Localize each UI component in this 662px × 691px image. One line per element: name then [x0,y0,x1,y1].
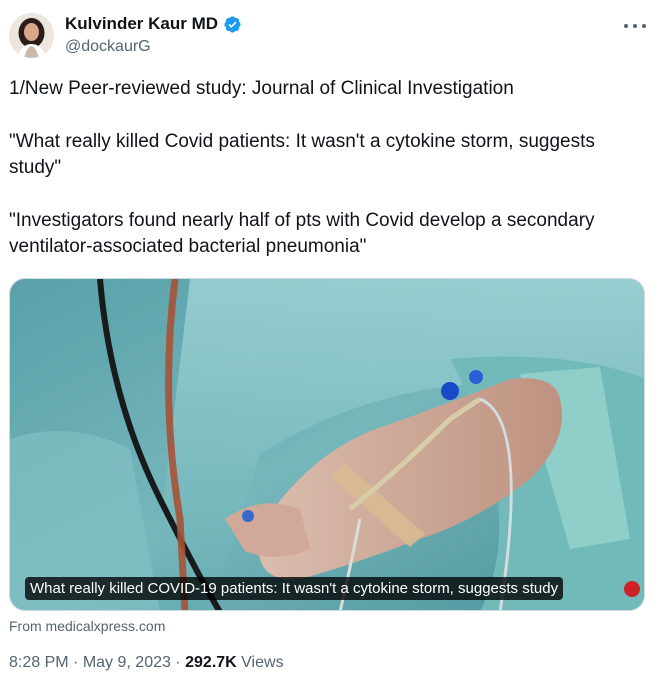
tweet-time[interactable]: 8:28 PM [9,654,69,671]
views-label: Views [241,654,284,671]
avatar-image [9,13,54,58]
tweet-text: 1/New Peer-reviewed study: Journal of Cl… [9,76,649,261]
tweet-card: Kulvinder Kaur MD @dockaurG 1/New Peer-r… [0,0,662,691]
link-source[interactable]: From medicalxpress.com [9,618,165,634]
more-icon[interactable] [624,16,646,36]
meta-separator: · [175,654,181,671]
tweet-paragraph: "Investigators found nearly half of pts … [9,209,595,258]
link-card-image[interactable]: What really killed COVID-19 patients: It… [9,278,645,611]
verified-badge-icon [223,15,242,34]
meta-separator: · [73,654,79,671]
author-display-name[interactable]: Kulvinder Kaur MD [65,14,218,34]
author-handle[interactable]: @dockaurG [65,38,151,56]
tweet-paragraph: 1/New Peer-reviewed study: Journal of Cl… [9,78,514,99]
media-caption: What really killed COVID-19 patients: It… [25,577,564,600]
tweet-paragraph: "What really killed Covid patients: It w… [9,130,595,179]
tweet-meta: 8:28 PM · May 9, 2023 · 292.7K Views [9,654,284,672]
avatar[interactable] [9,13,54,58]
author-name-row[interactable]: Kulvinder Kaur MD [65,14,242,34]
tweet-date[interactable]: May 9, 2023 [83,654,171,671]
views-count: 292.7K [185,654,237,671]
hand-with-iv-line-image [10,279,644,610]
